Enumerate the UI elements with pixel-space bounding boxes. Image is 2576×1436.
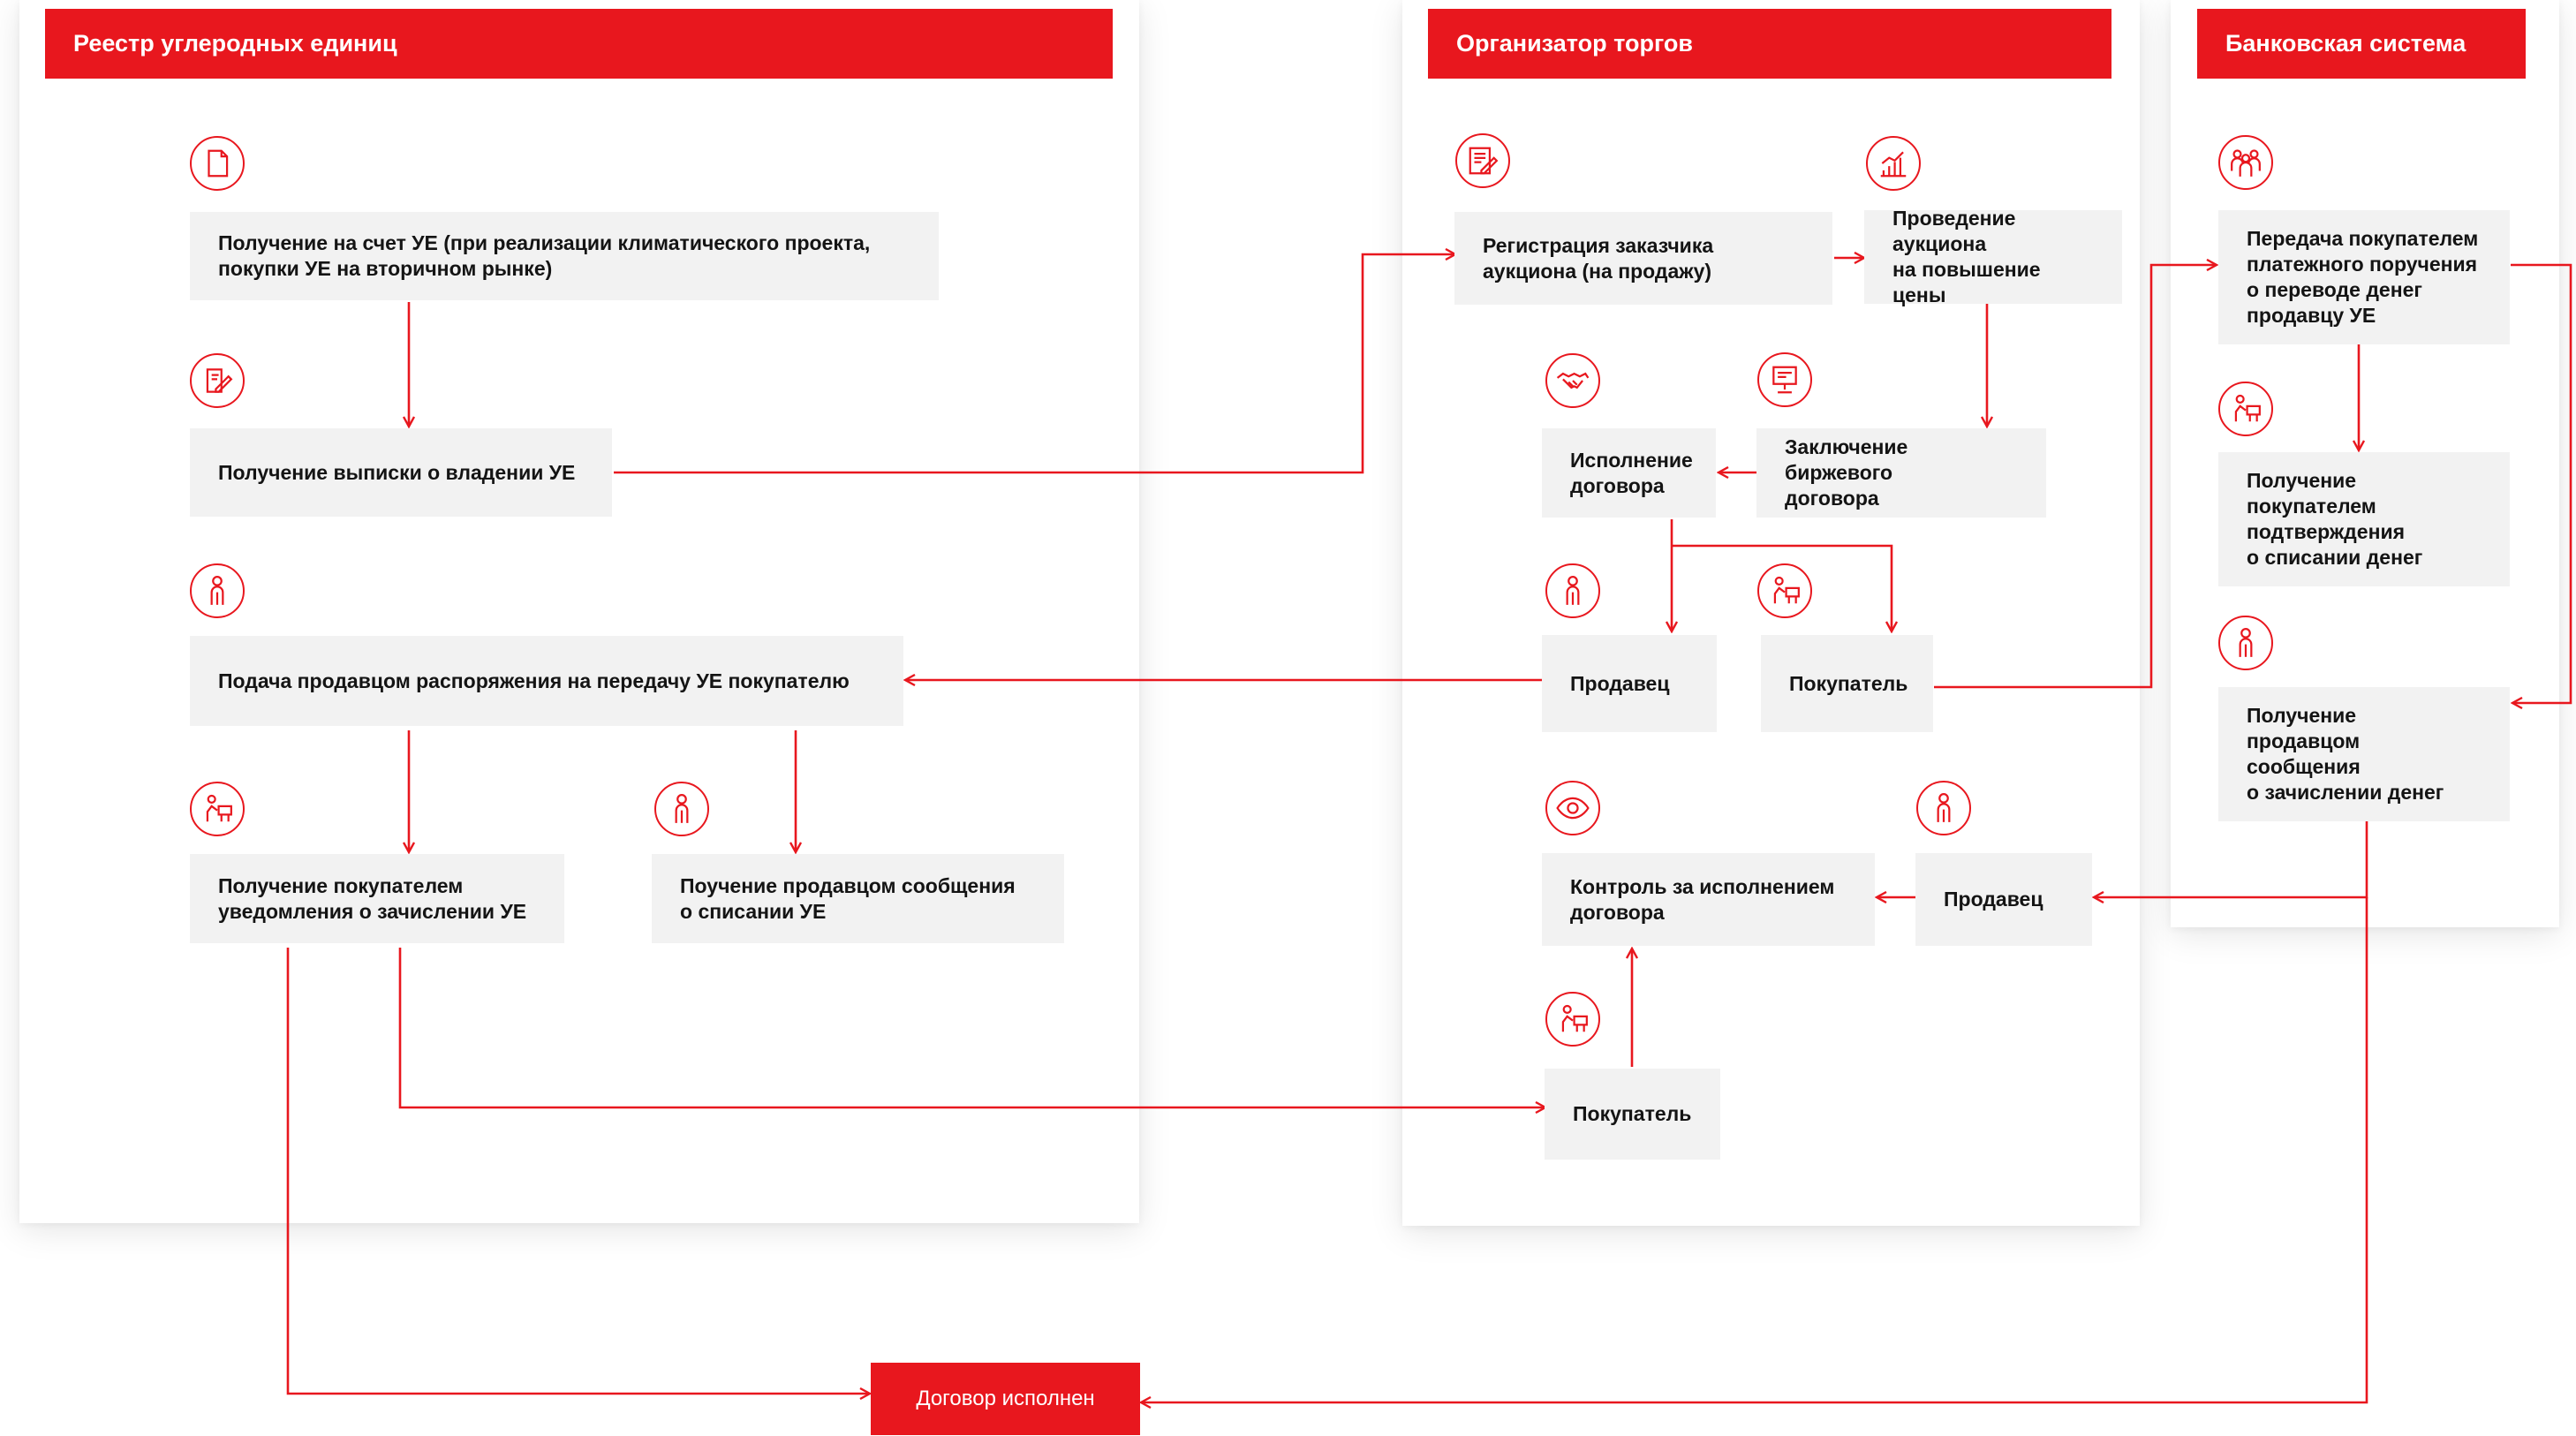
person-icon — [654, 782, 709, 836]
arrow-credit-notice-to-final — [286, 948, 870, 1394]
person-icon — [190, 563, 245, 618]
person-icon — [1545, 563, 1600, 618]
step-exchange-contract: Заключение биржевого договора — [1756, 428, 2046, 518]
person-at-desk-icon — [1757, 563, 1812, 618]
step-seller-1: Продавец — [1542, 635, 1717, 732]
step-seller-transfer-order: Подача продавцом распоряжения на передач… — [190, 636, 903, 726]
step-contract-execution: Исполнение договора — [1542, 428, 1716, 518]
step-buyer-debit-confirmation: Получение покупателем подтверждения о сп… — [2218, 452, 2510, 586]
person-icon — [1916, 781, 1971, 835]
step-buyer-1: Покупатель — [1761, 635, 1933, 732]
person-at-desk-icon — [1545, 992, 1600, 1047]
contract-fulfilled-box: Договор исполнен — [871, 1363, 1140, 1435]
document-icon — [190, 136, 245, 191]
person-at-desk-icon — [190, 782, 245, 836]
registration-form-icon — [1455, 133, 1510, 188]
step-buyer-2: Покупатель — [1545, 1069, 1720, 1160]
people-group-icon — [2218, 135, 2273, 190]
step-seller-2: Продавец — [1915, 853, 2092, 946]
step-buyer-credit-notice: Получение покупателем уведомления о зачи… — [190, 854, 564, 943]
step-customer-registration: Регистрация заказчика аукциона (на прода… — [1454, 212, 1832, 305]
step-payment-order: Передача покупателем платежного поручени… — [2218, 210, 2510, 344]
signing-icon — [190, 353, 245, 408]
step-execution-control: Контроль за исполнением договора — [1542, 853, 1875, 946]
arrow-credit-notice-to-buyer — [398, 948, 1545, 1107]
step-seller-writeoff-notice: Поучение продавцом сообщения о списании … — [652, 854, 1064, 943]
exchange-terminal-icon — [1757, 352, 1812, 407]
step-auction: Проведение аукциона на повышение цены — [1864, 207, 2122, 306]
step-seller-credit-message: Получение продавцом сообщения о зачислен… — [2218, 687, 2510, 821]
growth-chart-icon — [1866, 136, 1921, 191]
person-at-desk-icon — [2218, 382, 2273, 436]
arrow-bank-to-seller — [2094, 821, 2368, 897]
person-icon — [2218, 616, 2273, 670]
arrow-payment-to-credit-message — [2511, 263, 2572, 703]
step-receipt-to-account: Получение на счет УЕ (при реализации кли… — [190, 212, 939, 300]
handshake-icon — [1545, 353, 1600, 408]
arrow-bank-to-final — [1141, 897, 2368, 1402]
step-ownership-statement: Получение выписки о владении УЕ — [190, 428, 612, 517]
eye-icon — [1545, 781, 1600, 835]
